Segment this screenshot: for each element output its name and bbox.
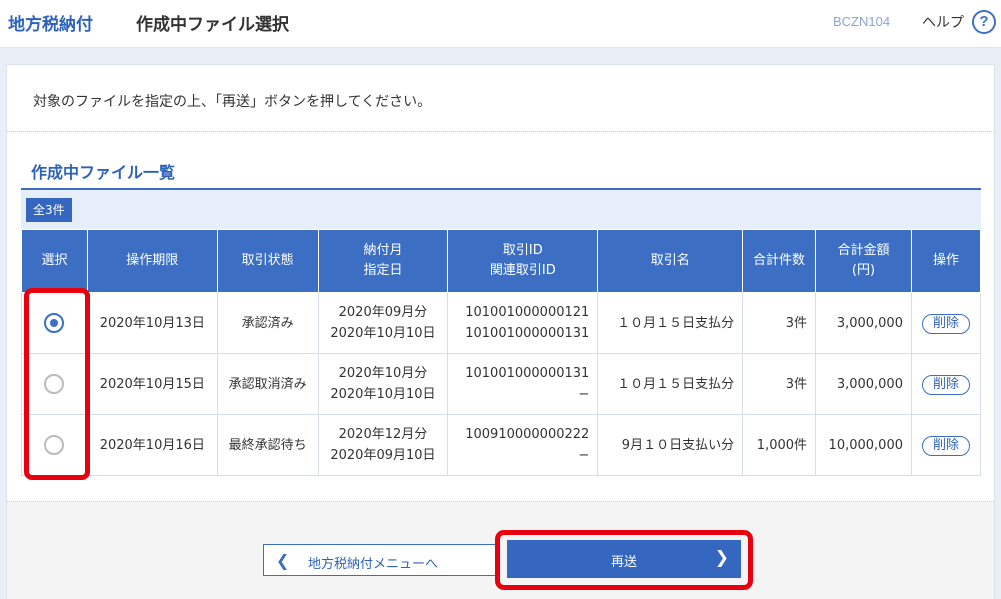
row-deadline: 2020年10月15日	[86, 353, 218, 415]
row-month-value: 2020年10月分	[338, 366, 428, 381]
file-table: 選択 操作期限 取引状態 納付月 指定日 取引ID 関連取引ID 取引名 合計件数 …	[21, 229, 982, 476]
count-badge: 全3件	[26, 198, 72, 222]
row-amount: 3,000,000	[815, 353, 912, 415]
page-title: 作成中ファイル選択	[136, 15, 289, 35]
table-row: 2020年10月13日 承認済み 2020年09月分 2020年10月10日 10…	[21, 292, 982, 354]
table-row: 2020年10月15日 承認取消済み 2020年10月分 2020年10月10日 …	[21, 353, 982, 415]
header-amount-line1: 合計金額	[837, 243, 890, 258]
row-amount: 10,000,000	[815, 414, 912, 476]
header-select: 選択	[21, 229, 88, 293]
row-ids: 101001000000121 101001000000131	[447, 292, 599, 354]
row-related-id: −	[578, 448, 590, 463]
row-id: 101001000000121	[465, 305, 590, 320]
radio-highlight-box	[24, 288, 90, 480]
screen-id: BCZN104	[833, 14, 891, 29]
row-count: 1,000件	[742, 414, 817, 476]
row-month-value: 2020年12月分	[338, 427, 428, 442]
help-link[interactable]: ヘルプ	[922, 12, 964, 32]
row-month-value: 2020年09月分	[338, 305, 428, 320]
row-id: 101001000000131	[465, 366, 590, 381]
delete-button[interactable]: 削除	[921, 374, 970, 395]
header-month-line2: 指定日	[363, 263, 403, 278]
divider	[7, 131, 994, 132]
row-related-id: 101001000000131	[465, 326, 590, 341]
row-amount: 3,000,000	[815, 292, 912, 354]
header-name: 取引名	[597, 229, 744, 293]
header-bar: 地方税納付 作成中ファイル選択 BCZN104 ヘルプ ?	[0, 0, 1001, 48]
delete-button[interactable]: 削除	[921, 313, 970, 334]
row-status: 最終承認待ち	[216, 414, 319, 476]
main-panel: 対象のファイルを指定の上、「再送」ボタンを押してください。 作成中ファイル一覧 …	[6, 64, 995, 599]
header-month-line1: 納付月	[363, 243, 403, 258]
row-status: 承認済み	[216, 292, 319, 354]
chevron-right-icon: ❯	[714, 548, 729, 568]
chevron-left-icon: ❮	[276, 551, 290, 570]
back-to-menu-button[interactable]: ❮ 地方税納付メニューへ	[263, 544, 497, 576]
app-title[interactable]: 地方税納付	[8, 10, 93, 35]
table-header-row: 選択 操作期限 取引状態 納付月 指定日 取引ID 関連取引ID 取引名 合計件数 …	[21, 229, 982, 293]
help-icon[interactable]: ?	[972, 10, 996, 34]
header-id-line2: 関連取引ID	[489, 263, 556, 278]
row-count: 3件	[742, 353, 817, 415]
header-action: 操作	[910, 229, 982, 293]
row-deadline: 2020年10月13日	[86, 292, 218, 354]
header-count: 合計件数	[742, 229, 817, 293]
section-title: 作成中ファイル一覧	[31, 163, 176, 182]
row-deadline: 2020年10月16日	[86, 414, 218, 476]
row-action-cell: 削除	[910, 353, 982, 415]
row-related-id: −	[578, 387, 590, 402]
row-count: 3件	[742, 292, 817, 354]
row-name: １０月１５日支払分	[597, 353, 744, 415]
header-status: 取引状態	[216, 229, 319, 293]
row-date-value: 2020年10月10日	[330, 326, 436, 341]
delete-button[interactable]: 削除	[921, 435, 970, 456]
row-name: 9月１０日支払い分	[597, 414, 744, 476]
header-id: 取引ID 関連取引ID	[447, 229, 599, 293]
row-action-cell: 削除	[910, 414, 982, 476]
row-ids: 100910000000222 −	[447, 414, 599, 476]
row-month: 2020年12月分 2020年09月10日	[317, 414, 449, 476]
row-action-cell: 削除	[910, 292, 982, 354]
table-row: 2020年10月16日 最終承認待ち 2020年12月分 2020年09月10日 …	[21, 414, 982, 476]
instruction-text: 対象のファイルを指定の上、「再送」ボタンを押してください。	[33, 94, 432, 110]
row-month: 2020年09月分 2020年10月10日	[317, 292, 449, 354]
header-deadline: 操作期限	[86, 229, 218, 293]
row-month: 2020年10月分 2020年10月10日	[317, 353, 449, 415]
row-id: 100910000000222	[465, 427, 590, 442]
row-status: 承認取消済み	[216, 353, 319, 415]
header-amount-line2: (円)	[851, 263, 876, 278]
row-date-value: 2020年10月10日	[330, 387, 436, 402]
row-name: １０月１５日支払分	[597, 292, 744, 354]
resend-button-label: 再送	[610, 555, 637, 570]
resend-button[interactable]: 再送 ❯	[507, 540, 741, 578]
header-month: 納付月 指定日	[317, 229, 449, 293]
row-date-value: 2020年09月10日	[330, 448, 436, 463]
header-amount: 合計金額 (円)	[815, 229, 912, 293]
row-ids: 101001000000131 −	[447, 353, 599, 415]
count-bar: 全3件	[21, 190, 981, 229]
header-id-line1: 取引ID	[502, 243, 543, 258]
back-button-label: 地方税納付メニューへ	[308, 557, 439, 572]
